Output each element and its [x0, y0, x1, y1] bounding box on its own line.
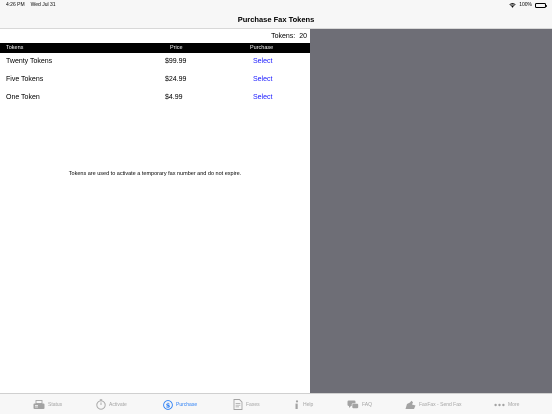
select-one-token-button[interactable]: Select — [253, 89, 272, 107]
tab-faxes-label: Faxes — [246, 401, 260, 408]
more-dots-icon — [494, 403, 505, 406]
tab-more[interactable]: More — [494, 394, 519, 414]
tab-activate[interactable]: Activate — [96, 394, 127, 414]
battery-percent: 100% — [519, 2, 532, 8]
tokens-count: 20 — [299, 32, 307, 40]
token-balance: Tokens: 20 — [0, 29, 310, 43]
header-price: Price — [170, 45, 183, 51]
status-left: 4:26 PM Wed Jul 31 — [6, 2, 56, 8]
status-date: Wed Jul 31 — [30, 2, 56, 8]
table-header: Tokens Price Purchase — [0, 43, 310, 53]
detail-pane — [310, 29, 552, 393]
tab-help[interactable]: Help — [294, 394, 313, 414]
tab-send-fax[interactable]: FaxFax - Send Fax — [405, 394, 462, 414]
tab-faxes[interactable]: Faxes — [233, 394, 260, 414]
header-purchase: Purchase — [250, 45, 274, 51]
select-five-tokens-button[interactable]: Select — [253, 71, 272, 89]
svg-text:$: $ — [166, 401, 171, 409]
token-package-name: One Token — [6, 94, 40, 101]
token-package-price: $24.99 — [165, 76, 187, 83]
tab-purchase-label: Purchase — [176, 401, 198, 408]
select-twenty-tokens-button[interactable]: Select — [253, 53, 272, 71]
tab-bar: Status Activate $ Purchase Faxes Help FA… — [0, 393, 552, 414]
tokens-label: Tokens: — [271, 32, 296, 40]
tab-activate-label: Activate — [109, 401, 127, 408]
page-title: Purchase Fax Tokens — [237, 14, 315, 24]
chat-bubbles-icon — [347, 400, 359, 409]
battery-icon — [535, 2, 547, 8]
table-row: One Token $4.99 Select — [0, 89, 310, 107]
status-time: 4:26 PM — [6, 2, 25, 8]
table-row: Five Tokens $24.99 Select — [0, 71, 310, 89]
tab-help-label: Help — [303, 401, 314, 408]
tab-faq-label: FAQ — [362, 401, 373, 408]
status-right: 100% — [509, 2, 547, 8]
token-package-name: Five Tokens — [6, 76, 44, 83]
tab-purchase[interactable]: $ Purchase — [163, 394, 197, 414]
token-package-price: $99.99 — [165, 58, 187, 65]
status-bar: 4:26 PM Wed Jul 31 100% — [0, 0, 552, 10]
token-package-name: Twenty Tokens — [6, 58, 53, 65]
dollar-icon: $ — [163, 399, 173, 410]
token-package-price: $4.99 — [165, 94, 183, 101]
tab-faq[interactable]: FAQ — [347, 394, 372, 414]
tab-status-label: Status — [48, 401, 63, 408]
tab-status[interactable]: Status — [33, 394, 62, 414]
document-icon — [233, 399, 243, 410]
info-icon — [295, 399, 299, 409]
fax-machine-icon — [33, 399, 45, 409]
send-fax-icon — [405, 400, 416, 409]
master-pane: Tokens: 20 Tokens Price Purchase Twenty … — [0, 29, 310, 393]
stopwatch-icon — [96, 399, 106, 410]
table-row: Twenty Tokens $99.99 Select — [0, 53, 310, 71]
tokens-info-note: Tokens are used to activate a temporary … — [68, 171, 242, 177]
tab-send-fax-label: FaxFax - Send Fax — [419, 401, 462, 408]
navigation-bar: Purchase Fax Tokens — [0, 10, 552, 29]
tab-more-label: More — [508, 401, 520, 408]
header-tokens: Tokens — [6, 45, 24, 51]
wifi-icon — [509, 2, 516, 8]
